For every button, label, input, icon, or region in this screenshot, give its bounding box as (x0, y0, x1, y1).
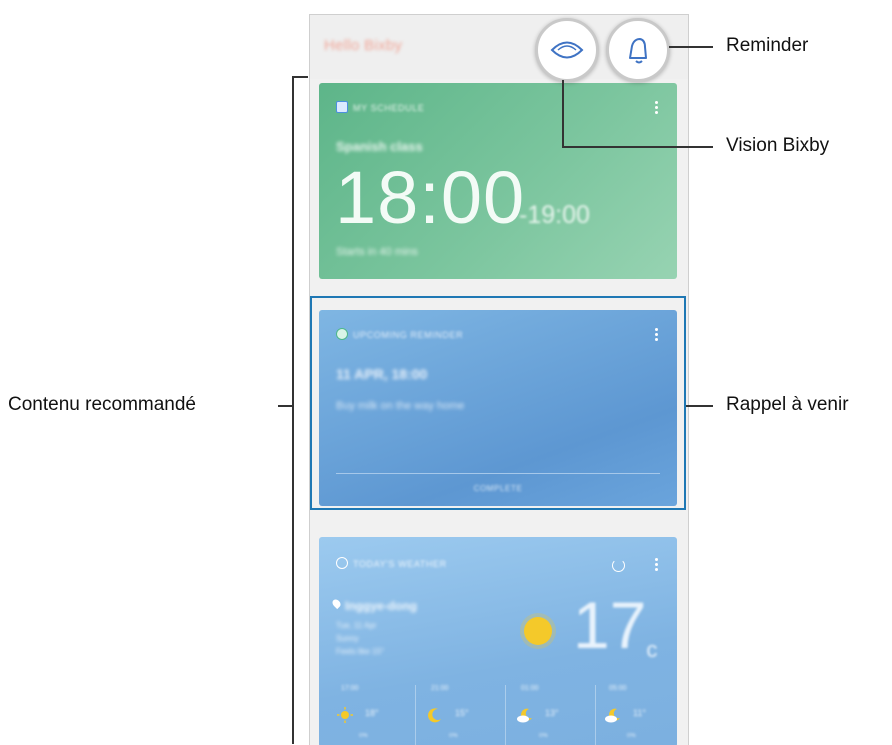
forecast-precip: 0% (449, 733, 458, 739)
reminder-button[interactable] (606, 18, 670, 82)
sun-icon (337, 707, 353, 723)
more-options-icon[interactable] (655, 101, 659, 116)
reminder-leader-line (669, 46, 713, 48)
divider (595, 685, 596, 745)
weather-feels-like: Feels like 15° (336, 647, 385, 656)
refresh-icon[interactable] (612, 559, 625, 572)
greeting-text: Hello Bixby (324, 37, 403, 54)
bell-icon (629, 38, 647, 64)
forecast-temp: 18° (365, 708, 379, 718)
weather-location: Inggye-dong (345, 599, 417, 613)
forecast-precip: 0% (627, 733, 636, 739)
forecast-precip: 0% (359, 733, 368, 739)
moon-cloud-icon (517, 707, 533, 723)
forecast-time: 05:00 (609, 685, 627, 692)
schedule-card[interactable]: MY SCHEDULE Spanish class 18:00 -19:00 S… (319, 83, 677, 279)
forecast-time: 21:00 (431, 685, 449, 692)
vision-bixby-label: Vision Bixby (726, 135, 830, 156)
vision-bixby-button[interactable] (535, 18, 599, 82)
recommended-bracket-line (292, 76, 294, 744)
weather-card[interactable]: TODAY'S WEATHER Inggye-dong Tue, 11 Apr … (319, 537, 677, 745)
weather-icon (336, 557, 348, 569)
moon-cloud-icon (605, 707, 621, 723)
forecast-time: 17:00 (341, 685, 359, 692)
schedule-starts-in: Starts in 40 mins (336, 246, 418, 258)
forecast-temp: 13° (545, 708, 559, 718)
card-title: MY SCHEDULE (353, 103, 425, 113)
weather-temperature: 17c (573, 588, 658, 662)
vision-leader-line-h (562, 146, 713, 148)
card-title: TODAY'S WEATHER (353, 559, 447, 569)
vision-leader-line-v (562, 80, 564, 148)
divider (415, 685, 416, 745)
sun-icon (524, 617, 552, 645)
moon-icon (427, 707, 443, 723)
reminder-label: Reminder (726, 35, 809, 56)
schedule-start-time: 18:00 (335, 156, 526, 239)
weather-condition: Sunny (336, 634, 359, 643)
weather-date: Tue, 11 Apr (336, 621, 377, 630)
forecast-temp: 11° (633, 708, 646, 718)
recommended-leader-line (278, 405, 292, 407)
forecast-precip: 0% (539, 733, 548, 739)
schedule-subject: Spanish class (336, 139, 423, 154)
recommended-bracket-top (292, 76, 308, 78)
upcoming-leader-line (686, 405, 713, 407)
eye-icon (550, 41, 584, 59)
upcoming-reminder-label: Rappel à venir (726, 394, 849, 415)
forecast-time: 01:00 (521, 685, 539, 692)
schedule-end-time: -19:00 (519, 201, 590, 229)
location-pin-icon (330, 597, 343, 610)
forecast-temp: 15° (455, 708, 469, 718)
recommended-content-label: Contenu recommandé (8, 394, 196, 415)
calendar-icon (336, 101, 348, 113)
upcoming-reminder-highlight (310, 296, 686, 510)
more-options-icon[interactable] (655, 558, 659, 573)
divider (505, 685, 506, 745)
